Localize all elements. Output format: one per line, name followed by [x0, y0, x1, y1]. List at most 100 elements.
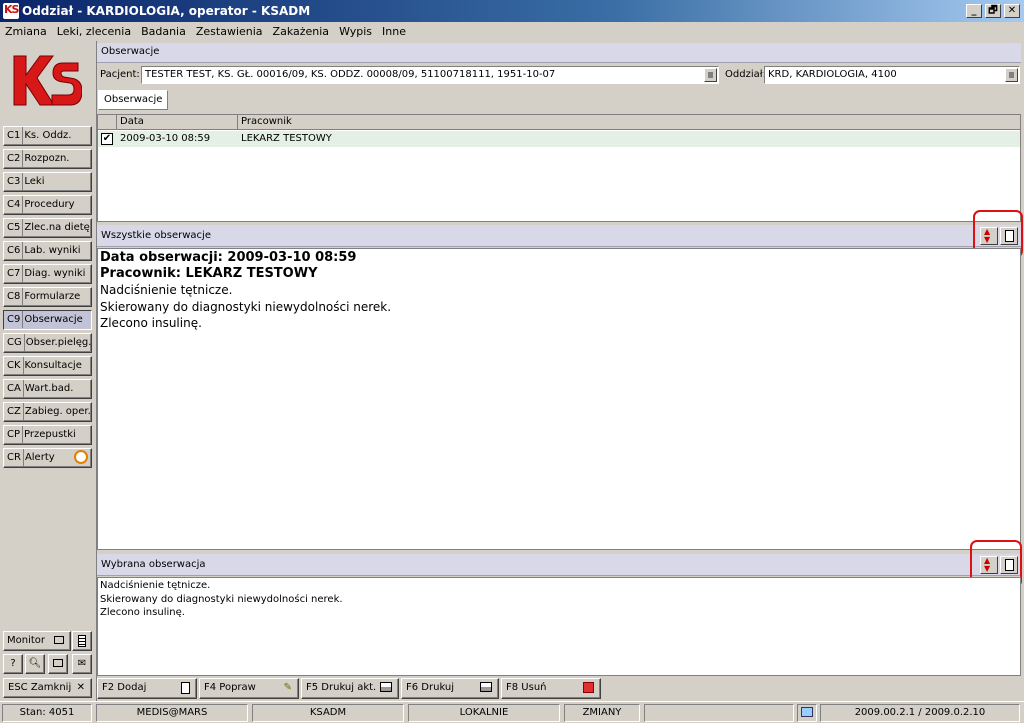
- calculator-button[interactable]: [72, 631, 92, 651]
- sidebar-item-label: Leki: [24, 176, 45, 187]
- mail-button[interactable]: ✉: [72, 654, 92, 674]
- sidebar-item-label: Ks. Oddz.: [24, 130, 72, 141]
- printer-icon: [380, 682, 392, 692]
- menu-wypis[interactable]: Wypis: [334, 22, 377, 38]
- sidebar-item-label: Zlec.na dietę: [24, 222, 90, 233]
- sidebar-item-label: Alerty: [24, 452, 55, 463]
- status-mode: LOKALNIE: [408, 704, 560, 722]
- sidebar-item-code: C7: [7, 265, 24, 282]
- sidebar-item-c7[interactable]: C7 Diag. wyniki: [3, 264, 92, 284]
- sidebar-item-c1[interactable]: C1 Ks. Oddz.: [3, 126, 92, 146]
- sidebar-item-cp[interactable]: CP Przepustki: [3, 425, 92, 445]
- delete-button[interactable]: F8 Usuń: [501, 678, 601, 699]
- sidebar-item-ca[interactable]: CA Wart.bad.: [3, 379, 92, 399]
- sidebar-item-code: CK: [7, 357, 24, 374]
- sidebar-item-code: CA: [7, 380, 24, 397]
- search-button[interactable]: 🔍︎: [25, 654, 45, 674]
- search-icon: 🔍︎: [28, 658, 42, 669]
- sidebar-item-ck[interactable]: CK Konsultacje: [3, 356, 92, 376]
- sidebar-item-code: C6: [7, 242, 24, 259]
- printer-icon: [480, 682, 492, 692]
- sidebar-item-code: C5: [7, 219, 24, 236]
- observation-worker: Pracownik: LEKARZ TESTOWY: [100, 266, 318, 281]
- sidebar-item-code: CP: [7, 426, 24, 443]
- dept-picker-button[interactable]: [1005, 68, 1018, 82]
- sidebar-item-c8[interactable]: C8 Formularze: [3, 287, 92, 307]
- status-bar: Stan: 4051 MEDIS@MARS KSADM LOKALNIE ZMI…: [0, 701, 1024, 723]
- sidebar-item-code: C2: [7, 150, 24, 167]
- dept-field[interactable]: KRD, KARDIOLOGIA, 4100: [764, 66, 1020, 84]
- image-button[interactable]: [48, 654, 68, 674]
- status-operator: KSADM: [252, 704, 404, 722]
- sidebar-item-cr[interactable]: CR Alerty: [3, 448, 92, 468]
- sidebar-item-label: Wart.bad.: [24, 383, 74, 394]
- column-header-data[interactable]: Data: [117, 115, 238, 130]
- sidebar-item-label: Diag. wyniki: [24, 268, 86, 279]
- sidebar-item-c6[interactable]: C6 Lab. wyniki: [3, 241, 92, 261]
- status-empty: [644, 704, 794, 722]
- patient-picker-button[interactable]: [704, 68, 717, 82]
- sidebar-item-code: C4: [7, 196, 24, 213]
- selected-observation-panel: Nadciśnienie tętnicze. Skierowany do dia…: [97, 577, 1021, 676]
- network-icon: [797, 704, 817, 722]
- app-logo-icon: KS: [3, 3, 19, 19]
- menu-leki-zlecenia[interactable]: Leki, zlecenia: [52, 22, 136, 38]
- sidebar-item-label: Przepustki: [24, 429, 76, 440]
- new-document-icon: [181, 682, 190, 694]
- menu-zestawienia[interactable]: Zestawienia: [191, 22, 268, 38]
- selected-observation-header: Wybrana obserwacja: [97, 554, 1021, 576]
- sidebar-item-label: Lab. wyniki: [24, 245, 81, 256]
- ks-logo-icon: [13, 55, 82, 106]
- edit-button[interactable]: F4 Popraw ✎: [199, 678, 299, 699]
- monitor-icon: [54, 636, 65, 644]
- observation-date: Data obserwacji: 2009-03-10 08:59: [100, 250, 357, 265]
- monitor-button[interactable]: Monitor: [3, 631, 71, 651]
- patient-field[interactable]: TESTER TEST, KS. GŁ. 00016/09, KS. ODDZ.…: [141, 66, 719, 84]
- menu-inne[interactable]: Inne: [377, 22, 411, 38]
- sidebar-item-c4[interactable]: C4 Procedury: [3, 195, 92, 215]
- sidebar-item-code: CG: [7, 334, 25, 351]
- grid-corner: [98, 115, 117, 130]
- row-checkbox[interactable]: ✔: [101, 133, 113, 145]
- sidebar-item-c2[interactable]: C2 Rozpozn.: [3, 149, 92, 169]
- sidebar-item-cg[interactable]: CG Obser.pielęg.: [3, 333, 92, 353]
- close-app-button[interactable]: ESC Zamknij ✕: [3, 678, 92, 698]
- alarm-clock-icon: [74, 450, 88, 464]
- all-observations-header: Wszystkie obserwacje: [97, 225, 1021, 247]
- sidebar-item-code: C8: [7, 288, 24, 305]
- sidebar-item-label: Procedury: [24, 199, 75, 210]
- all-observations-panel: Data obserwacji: 2009-03-10 08:59 Pracow…: [97, 248, 1021, 550]
- sidebar-item-label: Formularze: [24, 291, 81, 302]
- page-title: Obserwacje: [97, 43, 1021, 63]
- tab-obserwacje[interactable]: Obserwacje: [98, 90, 169, 110]
- observation-text: Nadciśnienie tętnicze. Skierowany do dia…: [100, 283, 392, 330]
- print-button[interactable]: F6 Drukuj: [401, 678, 499, 699]
- sidebar-item-cz[interactable]: CZ Zabieg. oper.: [3, 402, 92, 422]
- sidebar-item-c5[interactable]: C5 Zlec.na dietę: [3, 218, 92, 238]
- column-header-pracownik[interactable]: Pracownik: [238, 115, 1020, 130]
- row-worker: LEKARZ TESTOWY: [241, 133, 332, 144]
- add-button[interactable]: F2 Dodaj: [97, 678, 197, 699]
- sidebar-item-c3[interactable]: C3 Leki: [3, 172, 92, 192]
- selected-observation-text: Nadciśnienie tętnicze. Skierowany do dia…: [100, 580, 343, 618]
- status-changes: ZMIANY: [564, 704, 640, 722]
- close-button[interactable]: ✕: [1004, 4, 1020, 18]
- sidebar-item-label: Zabieg. oper.: [24, 406, 91, 417]
- menu-badania[interactable]: Badania: [136, 22, 191, 38]
- sidebar-item-c9[interactable]: C9 Obserwacje: [3, 310, 92, 330]
- menu-bar: Zmiana Leki, zlecenia Badania Zestawienia Za…: [0, 22, 1024, 41]
- help-button[interactable]: ?: [3, 654, 23, 674]
- delete-icon: [583, 682, 594, 693]
- restore-button[interactable]: 🗗: [985, 4, 1001, 18]
- observations-table: Data Pracownik ✔ 2009-03-10 08:59 LEKARZ…: [97, 114, 1021, 222]
- mail-icon: ✉: [77, 658, 87, 669]
- minimize-button[interactable]: _: [966, 4, 982, 18]
- menu-zmiana[interactable]: Zmiana: [0, 22, 52, 38]
- print-current-button[interactable]: F5 Drukuj akt.: [301, 678, 399, 699]
- edit-pencil-icon: ✎: [283, 682, 292, 693]
- status-stan: Stan: 4051: [2, 704, 92, 722]
- menu-zakazenia[interactable]: Zakażenia: [268, 22, 335, 38]
- sidebar-item-label: Obser.pielęg.: [25, 337, 92, 348]
- calculator-icon: [78, 635, 86, 647]
- table-row[interactable]: ✔ 2009-03-10 08:59 LEKARZ TESTOWY: [98, 131, 1020, 147]
